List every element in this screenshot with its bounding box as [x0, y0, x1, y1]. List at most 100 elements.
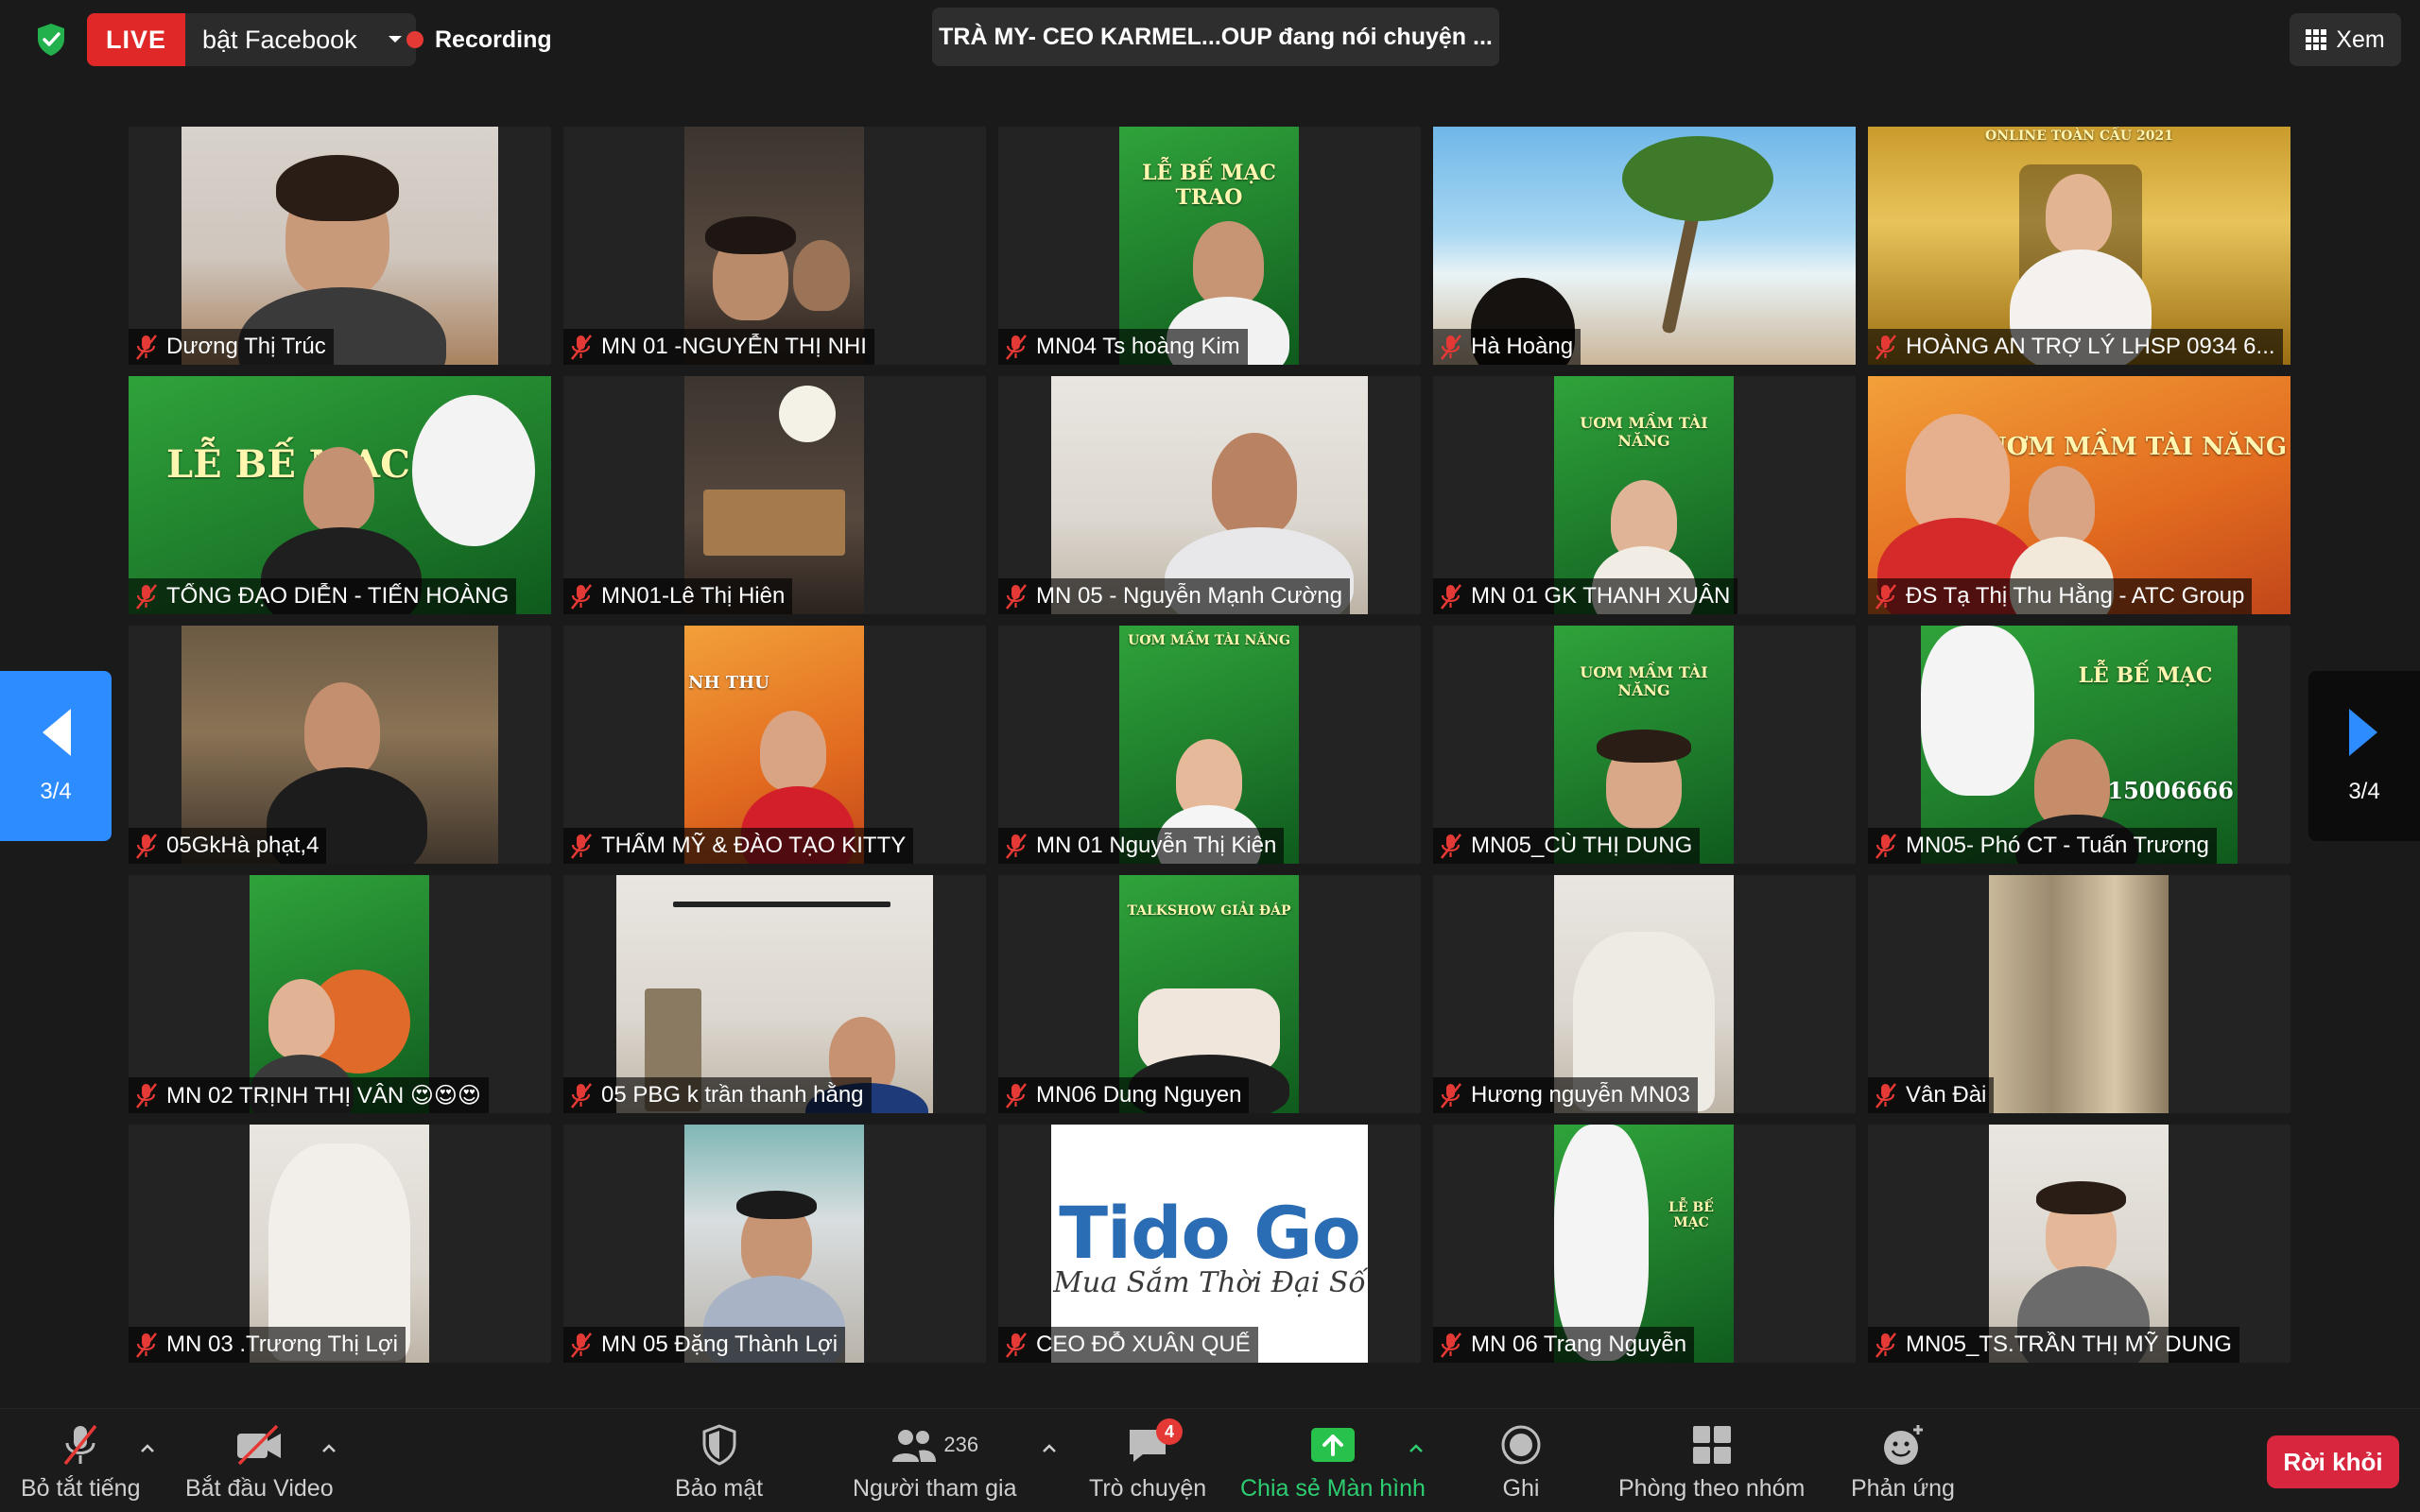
- muted-mic-icon: [135, 1332, 158, 1358]
- security-button[interactable]: Bảo mật: [675, 1420, 763, 1503]
- breakout-rooms-label: Phòng theo nhóm: [1618, 1475, 1806, 1502]
- participant-name-tag: MN 06 Trang Nguyễn: [1433, 1327, 1695, 1363]
- muted-mic-icon: [135, 1083, 158, 1108]
- participant-tile[interactable]: NH THU THẨM MỸ & ĐÀO TẠO KITTY: [563, 626, 986, 864]
- participant-tile[interactable]: UƠM MẦM TÀI NĂNG MN 01 GK THANH XUÂN: [1433, 376, 1856, 614]
- participant-name-tag: MN 01 Nguyễn Thị Kiên: [998, 828, 1285, 864]
- muted-mic-icon: [1440, 335, 1462, 360]
- muted-mic-icon: [570, 833, 593, 859]
- record-icon: [1499, 1420, 1543, 1469]
- livestream-control[interactable]: LIVE bật Facebook: [87, 13, 416, 66]
- start-video-button[interactable]: Bắt đầu Video: [185, 1420, 334, 1503]
- record-button[interactable]: Ghi: [1499, 1420, 1543, 1503]
- participant-tile[interactable]: ONLINE TOÀN CẦU 2021 HOÀNG AN TRỢ LÝ LHS…: [1868, 127, 2290, 365]
- muted-mic-icon: [1005, 335, 1028, 360]
- gallery-grid: Dương Thị Trúc MN 01 -NGUYỄN THỊ NHI LỄ …: [129, 127, 2291, 1363]
- participant-name-tag: Hương nguyễn MN03: [1433, 1077, 1698, 1113]
- participants-label: Người tham gia: [853, 1475, 1017, 1502]
- participant-name: MN04 Ts hoàng Kim: [1036, 334, 1240, 359]
- grid-view-icon: [2306, 29, 2327, 50]
- participant-tile[interactable]: Hà Hoàng: [1433, 127, 1856, 365]
- participant-name-tag: THẨM MỸ & ĐÀO TẠO KITTY: [563, 828, 914, 864]
- participant-tile[interactable]: LỄ BẾ MẠC MN 06 Trang Nguyễn: [1433, 1125, 1856, 1363]
- unmute-button[interactable]: Bỏ tắt tiếng: [21, 1420, 140, 1503]
- muted-mic-icon: [135, 584, 158, 610]
- muted-mic-icon: [1875, 584, 1897, 610]
- reactions-label: Phản ứng: [1851, 1475, 1955, 1502]
- muted-mic-icon: [1005, 1083, 1028, 1108]
- participant-name: MN05_CÙ THỊ DUNG: [1471, 833, 1693, 858]
- tidogo-tagline: Mua Sắm Thời Đại Số: [1053, 1266, 1366, 1299]
- participant-tile[interactable]: UƠM MẦM TÀI NĂNG MN05_CÙ THỊ DUNG: [1433, 626, 1856, 864]
- share-screen-icon: [1309, 1420, 1357, 1469]
- video-feed: [1989, 875, 2169, 1113]
- participants-options-chevron-up-icon[interactable]: [1036, 1435, 1063, 1462]
- muted-mic-icon: [1875, 1332, 1897, 1358]
- participant-name: MN05_TS.TRẦN THỊ MỸ DUNG: [1906, 1332, 2232, 1357]
- participant-name-tag: ĐS Tạ Thị Thu Hằng - ATC Group: [1868, 578, 2253, 614]
- participant-tile[interactable]: LỄ BẾ MẠC 2015006666 MN05- Phó CT - Tuấn…: [1868, 626, 2290, 864]
- participant-name: MN 01 Nguyễn Thị Kiên: [1036, 833, 1277, 858]
- video-options-chevron-up-icon[interactable]: [316, 1435, 342, 1462]
- security-label: Bảo mật: [675, 1475, 764, 1502]
- participant-tile[interactable]: Hương nguyễn MN03: [1433, 875, 1856, 1113]
- active-speaker-text: TRÀ MY- CEO KARMEL...OUP đang nói chuyện…: [939, 23, 1493, 50]
- start-video-label: Bắt đầu Video: [185, 1475, 334, 1502]
- view-button[interactable]: Xem: [2290, 13, 2401, 66]
- participant-tile[interactable]: MN 01 -NGUYỄN THỊ NHI: [563, 127, 986, 365]
- participant-name-tag: 05 PBG k trần thanh hằng: [563, 1077, 872, 1113]
- recording-indicator[interactable]: Recording: [406, 23, 552, 57]
- participant-tile[interactable]: 05GkHà phạt,4: [129, 626, 551, 864]
- next-page-button[interactable]: 3/4: [2308, 671, 2420, 841]
- participant-tile[interactable]: UƠM MẦM TÀI NĂNG ĐS Tạ Thị Thu Hằng - AT…: [1868, 376, 2290, 614]
- participant-name: MN 06 Trang Nguyễn: [1471, 1332, 1687, 1357]
- participant-tile[interactable]: LỄ BẾ MẠC TRAO MN04 Ts hoàng Kim: [998, 127, 1421, 365]
- participant-tile[interactable]: TALKSHOW GIẢI ĐÁP MN06 Dung Nguyen: [998, 875, 1421, 1113]
- muted-microphone-icon: [58, 1420, 103, 1469]
- participant-name-tag: 05GkHà phạt,4: [129, 828, 327, 864]
- participant-tile[interactable]: 05 PBG k trần thanh hằng: [563, 875, 986, 1113]
- participant-tile[interactable]: Vân Đài: [1868, 875, 2290, 1113]
- chat-button[interactable]: 4 Trò chuyện: [1089, 1418, 1206, 1503]
- leave-meeting-button[interactable]: Rời khỏi: [2267, 1435, 2399, 1488]
- participant-tile[interactable]: MN01-Lê Thị Hiên: [563, 376, 986, 614]
- participant-tile[interactable]: Tido Go Mua Sắm Thời Đại Số CEO ĐỖ XUÂN …: [998, 1125, 1421, 1363]
- audio-options-chevron-up-icon[interactable]: [134, 1435, 161, 1462]
- breakout-rooms-button[interactable]: Phòng theo nhóm: [1618, 1420, 1805, 1503]
- participant-name-tag: MN01-Lê Thị Hiên: [563, 578, 793, 614]
- participant-tile[interactable]: MN 03 .Trương Thị Lợi: [129, 1125, 551, 1363]
- participant-name: THẨM MỸ & ĐÀO TẠO KITTY: [601, 833, 907, 858]
- muted-mic-icon: [1440, 833, 1462, 859]
- participant-tile[interactable]: MN 05 - Nguyễn Mạnh Cường: [998, 376, 1421, 614]
- encryption-shield-icon[interactable]: [32, 21, 70, 59]
- participant-name-tag: MN 05 Đặng Thành Lợi: [563, 1327, 846, 1363]
- participant-tile[interactable]: MN 02 TRỊNH THỊ VÂN 😍😍😍: [129, 875, 551, 1113]
- participant-tile[interactable]: Dương Thị Trúc: [129, 127, 551, 365]
- live-target-label: bật Facebook: [202, 25, 357, 54]
- participant-name: MN 01 -NGUYỄN THỊ NHI: [601, 334, 867, 359]
- participant-tile[interactable]: LỄ BẾ MẠC TỔNG ĐẠO DIỄN - TIẾN HOÀNG: [129, 376, 551, 614]
- participant-tile[interactable]: MN05_TS.TRẦN THỊ MỸ DUNG: [1868, 1125, 2290, 1363]
- participant-tile[interactable]: MN 05 Đặng Thành Lợi: [563, 1125, 986, 1363]
- muted-mic-icon: [570, 1332, 593, 1358]
- participant-name: MN 02 TRỊNH THỊ VÂN 😍😍😍: [166, 1082, 481, 1108]
- participant-name-tag: MN04 Ts hoàng Kim: [998, 329, 1248, 365]
- muted-mic-icon: [1875, 1083, 1897, 1108]
- share-options-chevron-up-icon[interactable]: [1403, 1435, 1429, 1462]
- participants-count: 236: [943, 1433, 979, 1456]
- muted-mic-icon: [570, 1083, 593, 1108]
- participant-name: MN01-Lê Thị Hiên: [601, 583, 786, 609]
- participants-button[interactable]: 236 Người tham gia: [853, 1420, 1016, 1503]
- muted-mic-icon: [1440, 584, 1462, 610]
- previous-page-button[interactable]: 3/4: [0, 671, 112, 841]
- participant-name-tag: MN 03 .Trương Thị Lợi: [129, 1327, 406, 1363]
- reactions-button[interactable]: Phản ứng: [1851, 1420, 1955, 1503]
- participant-name: MN 03 .Trương Thị Lợi: [166, 1332, 398, 1357]
- participant-name: CEO ĐỖ XUÂN QUẾ: [1036, 1332, 1251, 1357]
- active-speaker-banner: TRÀ MY- CEO KARMEL...OUP đang nói chuyện…: [932, 8, 1499, 66]
- participant-tile[interactable]: UƠM MẦM TÀI NĂNG MN 01 Nguyễn Thị Kiên: [998, 626, 1421, 864]
- share-screen-button[interactable]: Chia sẻ Màn hình: [1240, 1420, 1426, 1503]
- participant-name: Vân Đài: [1906, 1082, 1987, 1108]
- participant-name-tag: HOÀNG AN TRỢ LÝ LHSP 0934 6...: [1868, 329, 2283, 365]
- muted-mic-icon: [1875, 335, 1897, 360]
